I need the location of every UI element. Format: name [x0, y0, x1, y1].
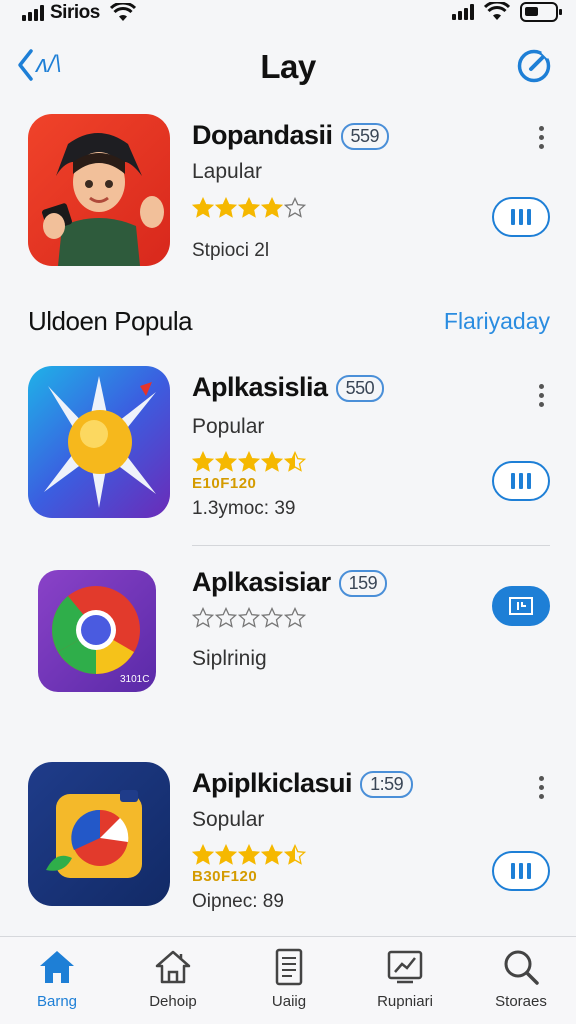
- star-icon: [215, 451, 237, 472]
- get-button[interactable]: [492, 851, 550, 891]
- star-icon: [238, 844, 260, 865]
- app-subtitle: Sopular: [192, 808, 265, 831]
- battery-icon: [520, 2, 562, 22]
- more-options-button[interactable]: [536, 126, 546, 149]
- app-icon-caption: 3101C: [120, 674, 149, 685]
- star-icon: [238, 607, 260, 628]
- star-icon: [192, 197, 214, 218]
- document-icon: [234, 947, 344, 987]
- app-badge: 550: [335, 375, 385, 403]
- carrier-name: Sirios: [50, 2, 100, 23]
- app-name-text: Aplkasislia: [192, 372, 328, 402]
- home-icon: [2, 947, 112, 987]
- browser-logo-icon: 3101C: [52, 586, 149, 685]
- tab-label: Storaes: [495, 993, 547, 1010]
- star-icon: [192, 607, 214, 628]
- camera-illustration-icon: [46, 790, 142, 878]
- star-icon: [261, 451, 283, 472]
- app-badge: 159: [338, 570, 388, 598]
- chart-icon: [350, 947, 460, 987]
- get-button[interactable]: [492, 461, 550, 501]
- app-name-text: Apiplkiclasui: [192, 768, 353, 798]
- compose-icon: [517, 49, 551, 83]
- cellular-signal-icon: [22, 5, 44, 21]
- tab-bar: Barng Dehoip Uaiig Rupniari Storaes: [0, 936, 576, 1024]
- app-name-text: Dopandasii: [192, 120, 333, 150]
- app-meta: Stpioci 2l: [192, 240, 270, 261]
- app-subtitle: Lapular: [192, 160, 263, 183]
- star-icon: [192, 451, 214, 472]
- status-bar: Sirios: [0, 0, 576, 28]
- open-button[interactable]: [492, 586, 550, 626]
- star-icon: [284, 607, 306, 628]
- see-all-link[interactable]: Flariyaday: [444, 308, 550, 335]
- app-icon-browser[interactable]: 3101C: [38, 570, 156, 692]
- app-icon-camera[interactable]: [28, 762, 170, 906]
- app-meta: 1.3ymoc: 39: [192, 498, 296, 519]
- house-outline-icon: [118, 947, 228, 987]
- app-name[interactable]: Dopandasii 559: [192, 120, 390, 151]
- app-subtitle: Popular: [192, 415, 265, 438]
- star-icon: [284, 844, 306, 865]
- page-title: Lay: [260, 48, 316, 85]
- status-right: [452, 2, 562, 22]
- tab-charts[interactable]: Rupniari: [350, 947, 460, 1010]
- tab-discover[interactable]: Dehoip: [118, 947, 228, 1010]
- star-icon: [238, 451, 260, 472]
- star-icon: [238, 197, 260, 218]
- tab-label: Uaiig: [271, 993, 307, 1010]
- tab-label: Barng: [36, 993, 78, 1010]
- tab-home[interactable]: Barng: [2, 947, 112, 1010]
- star-icon: [215, 197, 237, 218]
- star-icon: [261, 844, 283, 865]
- more-options-button[interactable]: [536, 384, 546, 407]
- star-icon: [215, 844, 237, 865]
- app-name[interactable]: Aplkasisiar 159: [192, 567, 388, 598]
- wifi-icon: [109, 3, 136, 21]
- app-icon-avatar-character[interactable]: [28, 114, 170, 266]
- star-icon: [192, 844, 214, 865]
- tab-label: Dehoip: [149, 993, 197, 1010]
- app-rank: B30F120: [192, 868, 258, 885]
- star-icon: [261, 197, 283, 218]
- wifi-icon-right: [484, 2, 510, 20]
- open-app-icon: [509, 597, 533, 615]
- character-illustration-icon: [42, 133, 164, 266]
- app-meta: Oipnec: 89: [192, 891, 284, 912]
- star-orb-illustration-icon: [44, 376, 156, 508]
- app-name-text: Aplkasisiar: [192, 567, 331, 597]
- cellular-signal-icon-right: [452, 4, 474, 20]
- status-left: Sirios: [22, 2, 136, 24]
- star-icon: [215, 607, 237, 628]
- star-rating: [192, 197, 306, 219]
- app-rank: E10F120: [192, 475, 257, 492]
- app-meta: Siplrinig: [192, 647, 267, 670]
- star-rating: [192, 607, 306, 629]
- star-rating: [192, 844, 306, 866]
- more-options-button[interactable]: [536, 776, 546, 799]
- get-button[interactable]: [492, 197, 550, 237]
- star-icon: [261, 607, 283, 628]
- star-icon: [284, 197, 306, 218]
- tab-docs[interactable]: Uaiig: [234, 947, 344, 1010]
- section-title: Uldoen Popula: [28, 306, 193, 336]
- app-icon-star-orb[interactable]: [28, 366, 170, 518]
- app-name[interactable]: Aplkasislia 550: [192, 372, 385, 403]
- star-icon: [284, 451, 306, 472]
- app-badge: 559: [340, 123, 390, 151]
- tab-search[interactable]: Storaes: [466, 947, 576, 1010]
- app-badge: 1:59: [360, 771, 414, 799]
- divider: [192, 545, 550, 546]
- star-rating: [192, 451, 306, 473]
- tab-label: Rupniari: [377, 993, 433, 1010]
- navigation-bar: ʌ/\ Lay: [0, 40, 576, 96]
- compose-button[interactable]: [516, 46, 554, 89]
- app-name[interactable]: Apiplkiclasui 1:59: [192, 768, 414, 799]
- search-icon: [466, 947, 576, 987]
